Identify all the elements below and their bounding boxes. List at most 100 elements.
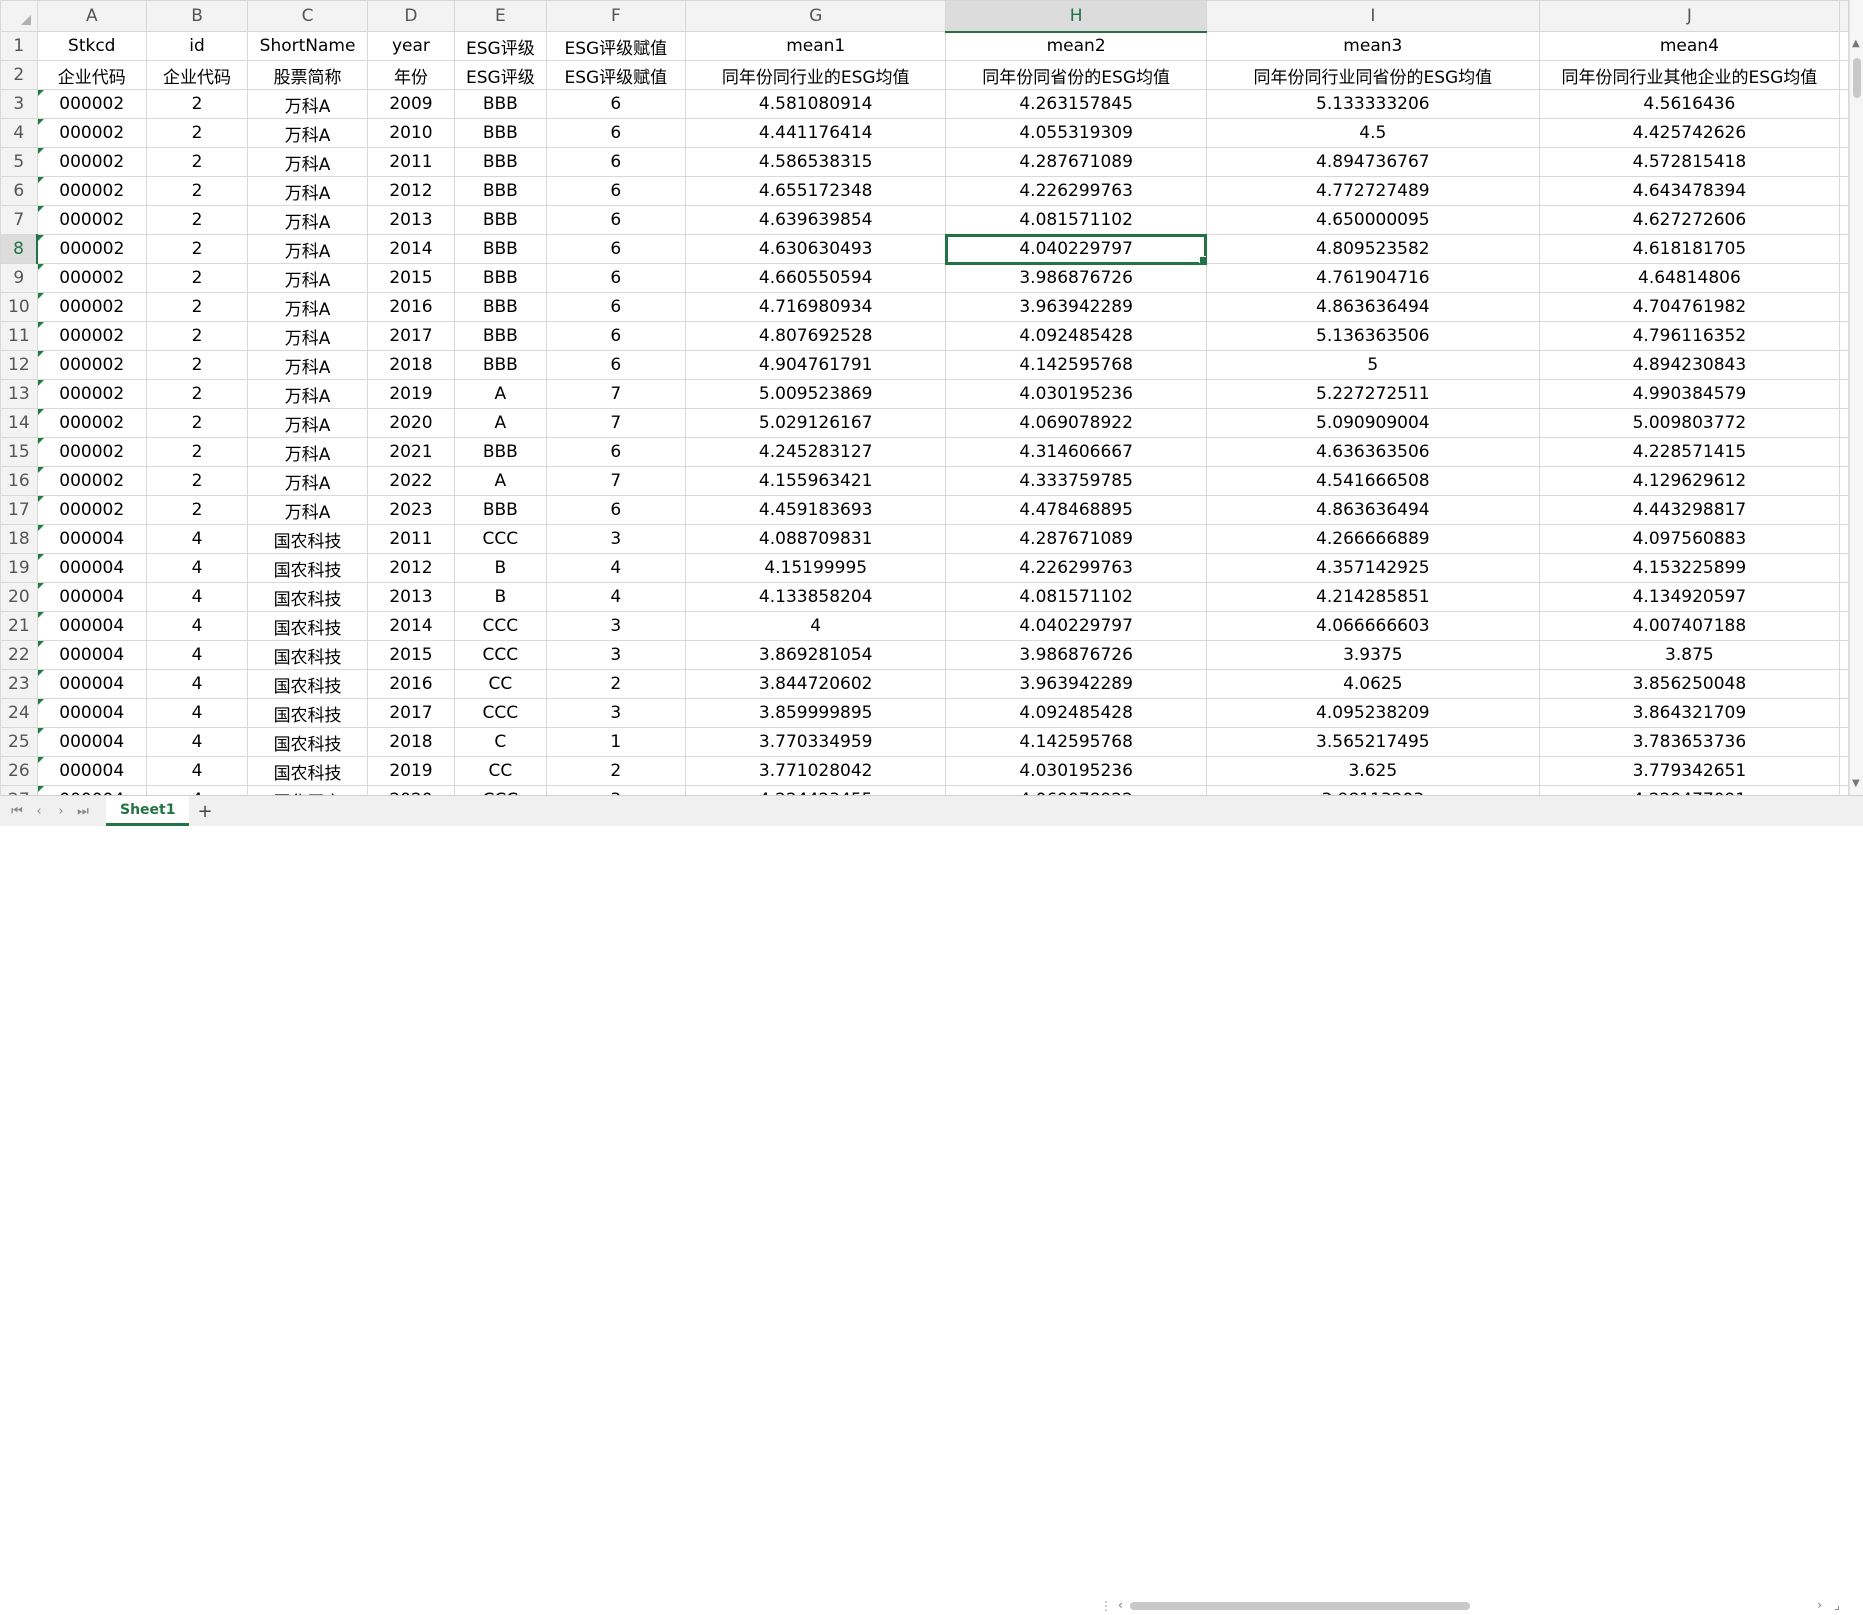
- grid-cell[interactable]: 2019: [366, 756, 456, 786]
- grid-cell[interactable]: 4.097560883: [1538, 524, 1841, 554]
- grid-cell[interactable]: [1839, 727, 1849, 757]
- grid-cell[interactable]: 000002: [36, 234, 147, 264]
- grid-cell[interactable]: 000004: [36, 553, 147, 583]
- grid-cell[interactable]: 国农科技: [247, 611, 368, 641]
- grid-cell[interactable]: 2: [145, 205, 249, 235]
- grid-cell[interactable]: 000002: [36, 350, 147, 380]
- grid-cell[interactable]: 3.986876726: [945, 640, 1207, 670]
- horizontal-scrollbar[interactable]: ⋮ ‹ › ⌟: [1100, 1597, 1840, 1615]
- column-header-overflow[interactable]: [1839, 0, 1849, 32]
- grid-cell[interactable]: 2: [545, 669, 686, 699]
- column-header-i[interactable]: I: [1205, 0, 1540, 32]
- row-header[interactable]: 9: [0, 263, 38, 293]
- grid-cell[interactable]: 2010: [366, 118, 456, 148]
- grid-cell[interactable]: 4: [145, 698, 249, 728]
- grid-cell[interactable]: 4.0625: [1205, 669, 1540, 699]
- grid-cell[interactable]: 万科A: [247, 437, 368, 467]
- grid-cell[interactable]: BBB: [454, 321, 547, 351]
- grid-cell[interactable]: 2009: [366, 89, 456, 119]
- grid-cell[interactable]: 6: [545, 292, 686, 322]
- grid-cell[interactable]: 国农科技: [247, 698, 368, 728]
- grid-cell[interactable]: 000002: [36, 379, 147, 409]
- grid-cell[interactable]: 4.716980934: [684, 292, 947, 322]
- grid-cell[interactable]: 6: [545, 205, 686, 235]
- scroll-right-icon[interactable]: ›: [1817, 1598, 1822, 1612]
- row-header[interactable]: 24: [0, 698, 38, 728]
- grid-cell[interactable]: [1839, 379, 1849, 409]
- grid-cell[interactable]: 4.266666889: [1205, 524, 1540, 554]
- grid-cell[interactable]: 2: [145, 350, 249, 380]
- grid-cell[interactable]: 4.636363506: [1205, 437, 1540, 467]
- grid-cell[interactable]: 2018: [366, 727, 456, 757]
- grid-cell[interactable]: 4.618181705: [1538, 234, 1841, 264]
- grid-cell[interactable]: 2: [145, 408, 249, 438]
- grid-cell[interactable]: 4.5616436: [1538, 89, 1841, 119]
- grid-cell[interactable]: CCC: [454, 698, 547, 728]
- grid-cell[interactable]: 000002: [36, 176, 147, 206]
- grid-cell[interactable]: 5.029126167: [684, 408, 947, 438]
- grid-cell[interactable]: [1839, 350, 1849, 380]
- grid-cell[interactable]: 3.986876726: [945, 263, 1207, 293]
- grid-cell[interactable]: 2: [145, 437, 249, 467]
- grid-cell[interactable]: 000004: [36, 524, 147, 554]
- grid-cell[interactable]: 4.894736767: [1205, 147, 1540, 177]
- grid-cell[interactable]: mean3: [1205, 31, 1540, 61]
- grid-cell[interactable]: [1839, 495, 1849, 525]
- grid-cell[interactable]: [1839, 437, 1849, 467]
- grid-cell[interactable]: 000002: [36, 495, 147, 525]
- grid-cell[interactable]: 3: [545, 611, 686, 641]
- row-header[interactable]: 16: [0, 466, 38, 496]
- grid-cell[interactable]: 3.98113203: [1205, 785, 1540, 795]
- grid-cell[interactable]: 4.357142925: [1205, 553, 1540, 583]
- grid-cell[interactable]: 4.572815418: [1538, 147, 1841, 177]
- scrollbar-split-handle[interactable]: ⋮: [1100, 1599, 1112, 1613]
- grid-cell[interactable]: 同年份同行业同省份的ESG均值: [1205, 60, 1540, 90]
- grid-cell[interactable]: BBB: [454, 350, 547, 380]
- grid-cell[interactable]: [1839, 292, 1849, 322]
- grid-cell[interactable]: 2011: [366, 147, 456, 177]
- grid-cell[interactable]: 股票简称: [247, 60, 368, 90]
- grid-cell[interactable]: [1839, 582, 1849, 612]
- grid-cell[interactable]: [1839, 524, 1849, 554]
- grid-cell[interactable]: 2020: [366, 408, 456, 438]
- grid-cell[interactable]: 4.796116352: [1538, 321, 1841, 351]
- grid-cell[interactable]: 7: [545, 379, 686, 409]
- grid-cell[interactable]: 4.15199995: [684, 553, 947, 583]
- grid-cell[interactable]: 2: [145, 263, 249, 293]
- grid-cell[interactable]: 万科A: [247, 147, 368, 177]
- grid-cell[interactable]: 4.655172348: [684, 176, 947, 206]
- grid-cell[interactable]: 国农科技: [247, 582, 368, 612]
- select-all-corner[interactable]: [0, 0, 38, 32]
- grid-cell[interactable]: 000004: [36, 669, 147, 699]
- grid-cell[interactable]: 2019: [366, 379, 456, 409]
- grid-cell[interactable]: mean4: [1538, 31, 1841, 61]
- column-header-g[interactable]: G: [684, 0, 947, 32]
- grid-cell[interactable]: 3: [545, 698, 686, 728]
- grid-cell[interactable]: 000004: [36, 727, 147, 757]
- grid-cell[interactable]: 4.586538315: [684, 147, 947, 177]
- row-header[interactable]: 2: [0, 60, 38, 90]
- grid-cell[interactable]: 2012: [366, 553, 456, 583]
- grid-cell[interactable]: 万科A: [247, 234, 368, 264]
- grid-cell[interactable]: 4.287671089: [945, 524, 1207, 554]
- grid-cell[interactable]: 4.650000095: [1205, 205, 1540, 235]
- sheet-tab-sheet1[interactable]: Sheet1: [106, 796, 190, 826]
- row-header[interactable]: 17: [0, 495, 38, 525]
- grid-cell[interactable]: 万科A: [247, 118, 368, 148]
- grid-cell[interactable]: 4.761904716: [1205, 263, 1540, 293]
- prev-sheet-icon[interactable]: ‹: [28, 804, 50, 819]
- grid-cell[interactable]: [1839, 466, 1849, 496]
- grid-cell[interactable]: [1839, 321, 1849, 351]
- grid-cell[interactable]: 3: [545, 640, 686, 670]
- grid-cell[interactable]: [1839, 234, 1849, 264]
- grid-cell[interactable]: 4: [145, 553, 249, 583]
- grid-cell[interactable]: 2022: [366, 466, 456, 496]
- grid-cell[interactable]: 4.894230843: [1538, 350, 1841, 380]
- grid-cell[interactable]: 4.153225899: [1538, 553, 1841, 583]
- grid-cell[interactable]: 000002: [36, 292, 147, 322]
- grid-cell[interactable]: 5.227272511: [1205, 379, 1540, 409]
- grid-cell[interactable]: 000002: [36, 408, 147, 438]
- grid-cell[interactable]: mean1: [684, 31, 947, 61]
- grid-cell[interactable]: [1839, 89, 1849, 119]
- grid-cell[interactable]: 4.643478394: [1538, 176, 1841, 206]
